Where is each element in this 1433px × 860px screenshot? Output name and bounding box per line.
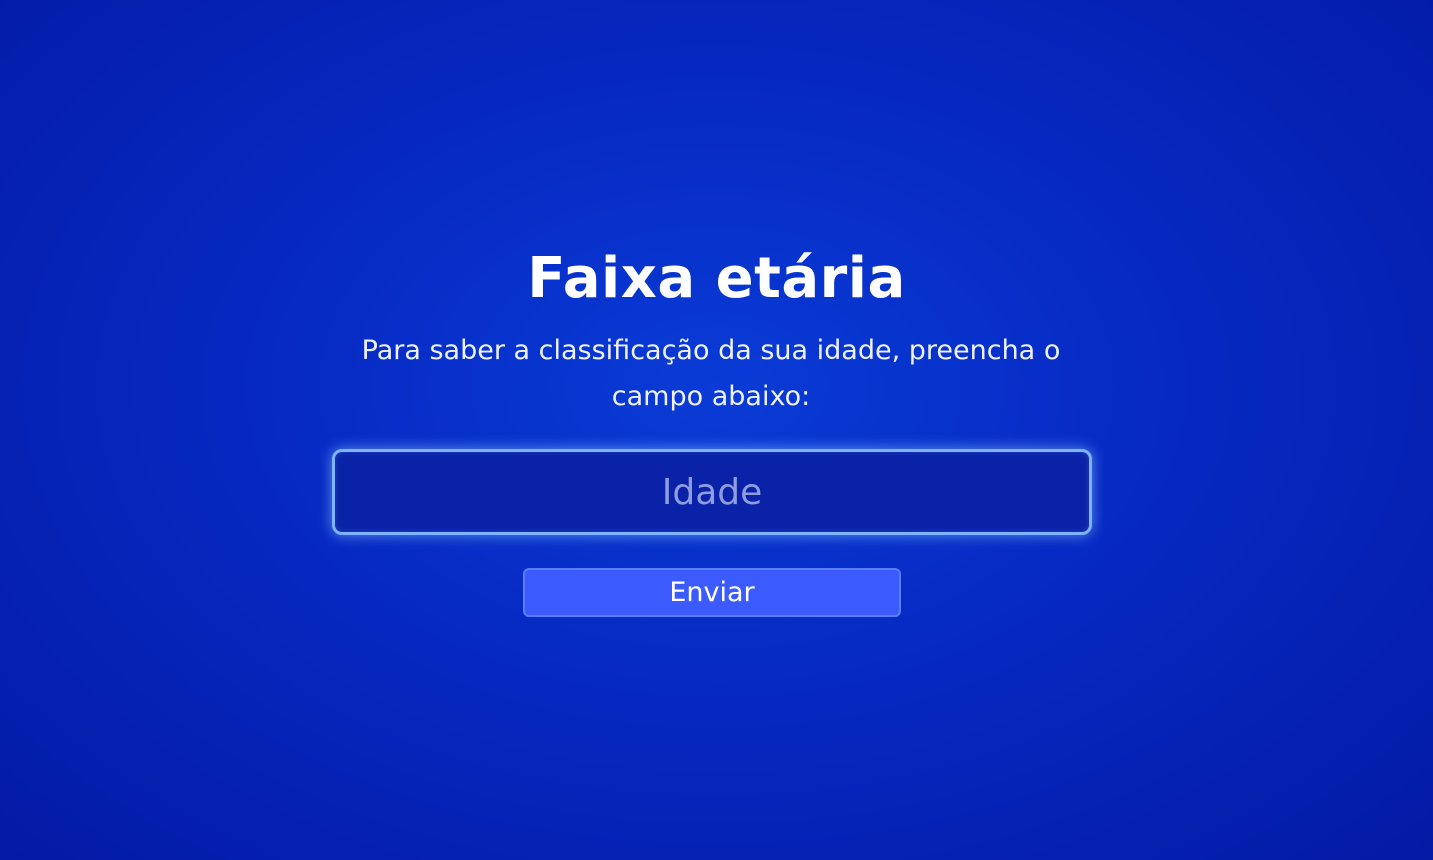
age-input-wrapper — [332, 449, 1092, 535]
page-title: Faixa etária — [527, 246, 906, 311]
page-subtitle: Para saber a classificação da sua idade,… — [361, 335, 1061, 412]
page-container: Faixa etária Para saber a classificação … — [0, 0, 1433, 860]
submit-button[interactable]: Enviar — [523, 568, 901, 617]
age-input[interactable] — [335, 452, 1089, 532]
